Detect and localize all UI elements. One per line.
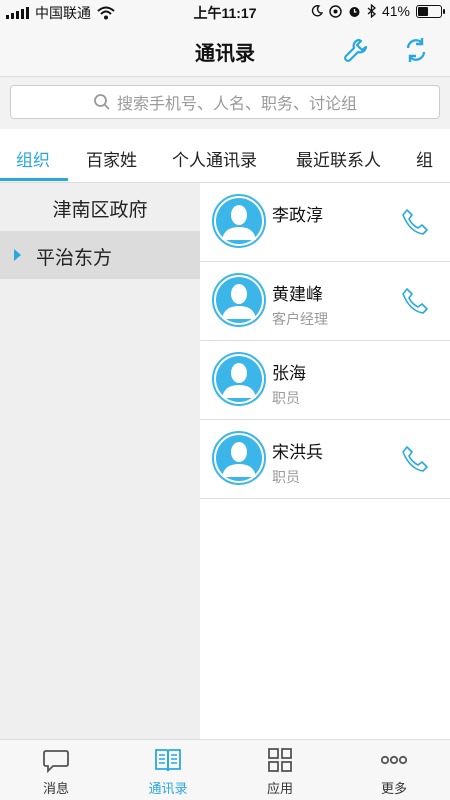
contact-name: 张海 xyxy=(272,364,306,384)
book-icon xyxy=(155,749,181,772)
alarm-icon xyxy=(349,6,360,17)
bluetooth-icon xyxy=(367,4,376,18)
bottom-tab-label: 消息 xyxy=(42,782,69,797)
contact-role: 职员 xyxy=(272,391,300,407)
search-area: 搜索手机号、人名、职务、讨论组 xyxy=(0,77,450,129)
status-bar: 中国联通 上午11:17 41% xyxy=(0,0,450,24)
avatar-icon xyxy=(212,273,266,327)
avatar-icon xyxy=(212,431,266,485)
moon-icon xyxy=(311,5,323,17)
bottom-tab-apps[interactable]: 应用 xyxy=(224,746,336,797)
avatar-icon xyxy=(212,352,266,406)
tab-personal-contacts[interactable]: 个人通讯录 xyxy=(172,146,257,171)
page-title: 通讯录 xyxy=(195,41,255,65)
chat-icon xyxy=(43,750,69,774)
more-icon xyxy=(380,755,408,765)
contact-name: 黄建峰 xyxy=(272,285,323,305)
tab-recent-contacts[interactable]: 最近联系人 xyxy=(296,146,381,171)
battery-icon xyxy=(416,4,445,18)
contact-list: 李政淳 黄建峰 客户经理 张海 职员 宋洪兵 职员 xyxy=(200,183,450,499)
bottom-tab-bar: 消息 通讯录 应用 更多 xyxy=(0,739,450,800)
contact-role: 职员 xyxy=(272,470,300,486)
contact-row[interactable]: 张海 职员 xyxy=(200,341,450,420)
search-input[interactable]: 搜索手机号、人名、职务、讨论组 xyxy=(10,85,440,119)
refresh-icon[interactable] xyxy=(402,36,430,64)
wrench-icon[interactable] xyxy=(342,36,370,64)
search-placeholder: 搜索手机号、人名、职务、讨论组 xyxy=(116,94,357,113)
caret-right-icon xyxy=(14,249,21,261)
bottom-tab-contacts[interactable]: 通讯录 xyxy=(112,746,224,797)
battery-percent: 41% xyxy=(381,3,410,19)
contact-role: 客户经理 xyxy=(272,312,328,328)
contact-name: 李政淳 xyxy=(272,206,323,226)
status-right: 41% xyxy=(311,3,445,19)
grid-icon xyxy=(268,748,292,772)
contact-row[interactable]: 宋洪兵 职员 xyxy=(200,420,450,499)
org-item-pingzhi[interactable]: 平治东方 xyxy=(0,231,200,279)
avatar-icon xyxy=(212,194,266,248)
contact-row[interactable]: 李政淳 xyxy=(200,183,450,262)
org-item-label: 津南区政府 xyxy=(52,199,148,221)
category-tabs: 组织 百家姓 个人通讯录 最近联系人 组 xyxy=(0,130,450,183)
org-item-label: 平治东方 xyxy=(36,247,113,269)
bottom-tab-label: 通讯录 xyxy=(148,782,188,797)
location-lock-icon xyxy=(329,4,342,18)
tab-surnames[interactable]: 百家姓 xyxy=(86,146,137,171)
tab-org[interactable]: 组织 xyxy=(16,146,50,171)
bottom-tab-label: 应用 xyxy=(266,782,293,797)
phone-icon[interactable] xyxy=(400,286,430,316)
nav-bar: 通讯录 xyxy=(0,24,450,77)
phone-icon[interactable] xyxy=(400,207,430,237)
org-item-jinnan[interactable]: 津南区政府 xyxy=(0,183,200,231)
bottom-tab-label: 更多 xyxy=(380,782,407,797)
search-icon xyxy=(94,94,110,110)
tab-groups[interactable]: 组 xyxy=(416,146,433,171)
contact-row[interactable]: 黄建峰 客户经理 xyxy=(200,262,450,341)
bottom-tab-messages[interactable]: 消息 xyxy=(0,746,112,797)
phone-icon[interactable] xyxy=(400,444,430,474)
active-tab-indicator xyxy=(0,178,68,181)
bottom-tab-more[interactable]: 更多 xyxy=(338,746,450,797)
contact-name: 宋洪兵 xyxy=(272,443,323,463)
org-panel: 津南区政府 平治东方 xyxy=(0,183,200,740)
